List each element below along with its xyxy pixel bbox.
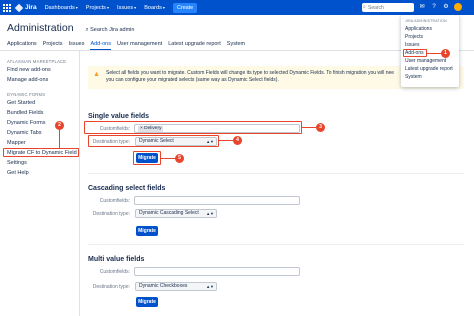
page-title: Administration [7,22,74,34]
tab-applications[interactable]: Applications [7,41,37,50]
highlight-add-ons [403,49,427,57]
multi-customfields-label: Customfields: [99,269,130,275]
tab-user-management[interactable]: User management [117,41,162,50]
multi-destination-label: Destination type: [92,284,130,290]
highlight-migrate-cf [3,148,79,157]
chevron-down-icon: ▲▼ [206,211,214,216]
highlight-migrate-button [133,151,161,165]
sidebar-item-find-add-ons[interactable]: Find new add-ons [7,67,51,73]
callout-badge-4: 4 [233,136,242,145]
search-jira-admin-link[interactable]: ⌕ Search Jira admin [86,27,135,34]
chevron-down-icon: ▲▼ [206,284,214,289]
cascading-destination-label: Destination type: [92,211,130,217]
tab-projects[interactable]: Projects [43,41,63,50]
admin-tabs: Applications Projects Issues Add-ons Use… [7,41,245,50]
logo-text: Jira [25,4,37,11]
callout-badge-3: 3 [316,123,325,132]
sidebar-item-mapper[interactable]: Mapper [7,140,26,146]
multi-destination-select[interactable]: Dynamic Checkboxes ▲▼ [135,282,217,291]
sidebar-item-get-started[interactable]: Get Started [7,100,35,106]
gear-icon[interactable]: ⚙ [442,3,450,11]
avatar[interactable] [454,3,462,11]
search-input[interactable]: ⌕ Search [362,3,414,12]
notifications-icon[interactable]: ✉ [418,3,426,11]
section-divider-2 [88,244,464,245]
search-icon: ⌕ [363,4,366,10]
multi-customfields-input[interactable] [134,267,300,276]
sidebar-heading-dynamic-forms: DYNAMIC FORMS [7,92,46,97]
callout-badge-5: 5 [175,154,184,163]
callout-line-4 [219,140,233,142]
sidebar-item-bundled-fields[interactable]: Bundled Fields [7,110,43,116]
tab-issues[interactable]: Issues [69,41,85,50]
tab-system[interactable]: System [227,41,245,50]
sidebar-item-get-help[interactable]: Get Help [7,170,29,176]
callout-badge-1: 1 [441,49,450,58]
sidebar: ATLASSIAN MARKETPLACE Find new add-ons M… [0,51,80,316]
multi-value-title: Multi value fields [88,256,145,263]
tab-add-ons[interactable]: Add-ons [90,41,111,50]
admin-menu-user-management[interactable]: User management [405,58,446,64]
sidebar-item-manage-add-ons[interactable]: Manage add-ons [7,77,48,83]
nav-issues[interactable]: Issues▾ [117,5,136,11]
cascading-destination-select[interactable]: Dynamic Cascading Select ▲▼ [135,209,217,218]
sidebar-item-settings[interactable]: Settings [7,160,27,166]
tab-latest-upgrade-report[interactable]: Latest upgrade report [168,41,221,50]
cascading-customfields-input[interactable] [134,196,300,205]
create-button[interactable]: Create [172,2,198,13]
cascading-title: Cascading select fields [88,185,166,192]
help-icon[interactable]: ? [430,3,438,11]
admin-dropdown-menu: JIRA ADMINISTRATION Applications Project… [401,15,459,87]
single-value-title: Single value fields [88,113,150,120]
highlight-customfields [84,121,302,134]
admin-menu-heading: JIRA ADMINISTRATION [405,19,447,23]
admin-menu-projects[interactable]: Projects [405,34,423,40]
callout-line-2 [59,130,61,148]
admin-menu-latest-upgrade[interactable]: Latest upgrade report [405,66,453,72]
nav-boards[interactable]: Boards▾ [144,5,165,11]
section-divider-1 [88,173,464,174]
sidebar-item-dynamic-forms[interactable]: Dynamic Forms [7,120,46,126]
callout-line-1 [427,53,441,55]
admin-menu-issues[interactable]: Issues [405,42,419,48]
nav-dashboards[interactable]: Dashboards▾ [45,5,78,11]
admin-menu-applications[interactable]: Applications [405,26,432,32]
highlight-destination [88,135,219,147]
admin-menu-system[interactable]: System [405,74,422,80]
page-header: Administration ⌕ Search Jira admin [7,22,134,34]
callout-line-3 [302,127,316,129]
app-switcher-icon[interactable] [3,3,11,12]
jira-logo[interactable]: Jira [14,3,37,12]
cascading-migrate-button[interactable]: Migrate [136,226,158,236]
nav-projects[interactable]: Projects▾ [86,5,109,11]
jira-mark-icon [14,3,24,12]
warning-icon: ▲ [93,71,100,78]
multi-migrate-button[interactable]: Migrate [136,297,158,307]
sidebar-item-dynamic-tabs[interactable]: Dynamic Tabs [7,130,41,136]
page: Jira Dashboards▾ Projects▾ Issues▾ Board… [0,0,474,316]
callout-badge-2: 2 [55,121,64,130]
top-navigation: Jira Dashboards▾ Projects▾ Issues▾ Board… [0,0,474,15]
callout-line-5 [161,158,175,160]
cascading-customfields-label: Customfields: [99,198,130,204]
sidebar-heading-marketplace: ATLASSIAN MARKETPLACE [7,59,67,64]
